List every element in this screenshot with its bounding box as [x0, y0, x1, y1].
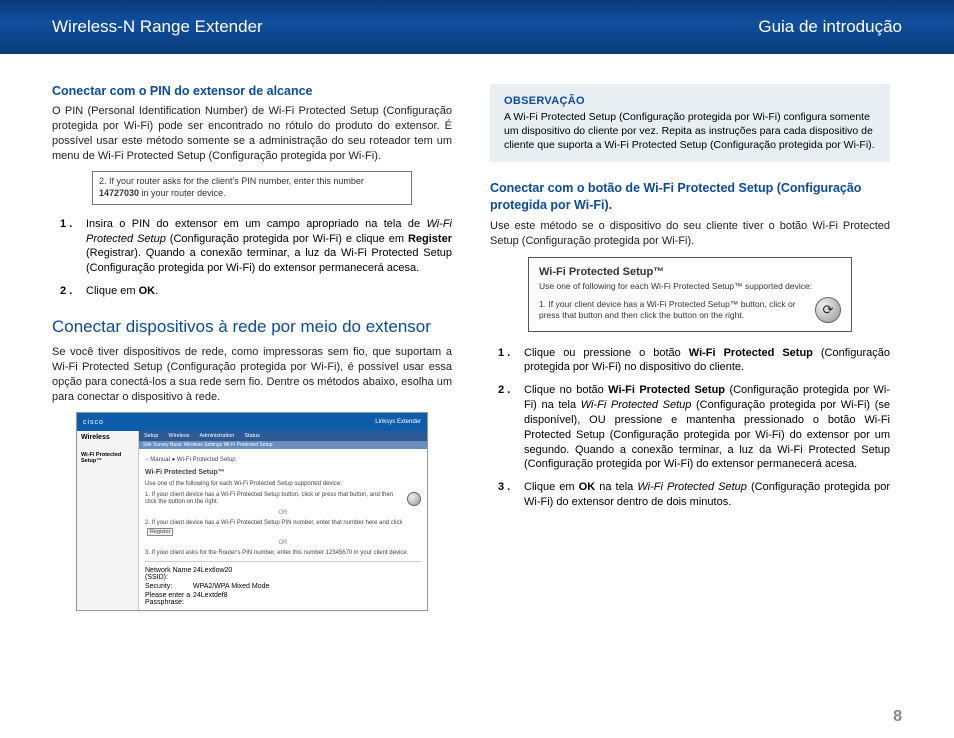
wps-icon: [407, 492, 421, 506]
header-left: Wireless-N Range Extender: [52, 17, 263, 37]
cs-opt2: 2. If your client device has a Wi-Fi Pro…: [145, 520, 402, 526]
cs-wps-title: Wi-Fi Protected Setup™: [145, 469, 421, 477]
heading-wps-button: Conectar com o botão de Wi-Fi Protected …: [490, 180, 890, 213]
step-text: Clique em: [524, 481, 579, 493]
cs-main: ○ Manual ● Wi-Fi Protected Setup Wi-Fi P…: [139, 449, 427, 610]
step-text-ital: Wi-Fi Protected Setup: [637, 481, 747, 493]
step-number: 3 .: [498, 480, 510, 495]
page-number: 8: [893, 708, 902, 726]
wps-panel-sub: Use one of following for each Wi-Fi Prot…: [539, 281, 841, 291]
step-text-bold: OK: [139, 285, 156, 297]
note-box: OBSERVAÇÃO A Wi-Fi Protected Setup (Conf…: [490, 84, 890, 162]
step-text: .: [155, 285, 158, 297]
wps-panel-text: 1. If your client device has a Wi-Fi Pro…: [539, 299, 807, 321]
cs-row-lab: Please enter a Passphrase:: [145, 592, 193, 606]
config-screenshot: cisco Linksys Extender Wireless Setup Wi…: [76, 412, 428, 611]
step-text-bold: OK: [579, 481, 596, 493]
heading-pin: Conectar com o PIN do extensor de alcanc…: [52, 84, 452, 98]
header-band: Wireless-N Range Extender Guia de introd…: [0, 0, 954, 54]
cs-sep: OR: [145, 510, 421, 516]
pinbox-pin: 14727030: [99, 188, 139, 198]
cs-title-right: Linksys Extender: [375, 419, 421, 425]
cs-topbar: cisco Linksys Extender: [77, 413, 427, 431]
heading-connect-devices: Conectar dispositivos à rede por meio do…: [52, 317, 452, 337]
note-body: A Wi-Fi Protected Setup (Configuração pr…: [504, 110, 876, 153]
note-title: OBSERVAÇÃO: [504, 94, 876, 109]
wps-panel-title: Wi-Fi Protected Setup™: [539, 266, 841, 278]
step-text-bold: Wi-Fi Protected Setup: [689, 347, 813, 359]
pin-step-2: 2 . Clique em OK.: [68, 284, 452, 299]
wps-step-3: 3 . Clique em OK na tela Wi-Fi Protected…: [506, 480, 890, 510]
left-column: Conectar com o PIN do extensor de alcanc…: [52, 84, 452, 611]
step-text: (Configuração protegida por Wi-Fi) e cli…: [166, 233, 408, 245]
step-text: Insira o PIN do extensor em um campo apr…: [86, 218, 426, 230]
cs-register-btn: Register: [147, 528, 173, 537]
cs-tab: Wireless: [163, 431, 194, 441]
pinbox-prefix: 2. If your router asks for the client's …: [99, 176, 364, 186]
cs-row-lab: Security:: [145, 583, 193, 590]
step-text: Clique no botão: [524, 384, 608, 396]
cs-opt1: 1. If your client device has a Wi-Fi Pro…: [145, 492, 399, 506]
wps-steps: 1 . Clique ou pressione o botão Wi-Fi Pr…: [490, 346, 890, 510]
step-text: na tela: [595, 481, 637, 493]
cs-tab: Administration: [194, 431, 239, 441]
step-text-bold: Register: [408, 233, 452, 245]
wps-step-2: 2 . Clique no botão Wi-Fi Protected Setu…: [506, 383, 890, 472]
right-column: OBSERVAÇÃO A Wi-Fi Protected Setup (Conf…: [490, 84, 890, 611]
para-wps-button: Use este método se o dispositivo do seu …: [490, 219, 890, 249]
para-pin: O PIN (Personal Identification Number) d…: [52, 104, 452, 163]
cs-row-lab: Network Name (SSID):: [145, 567, 193, 581]
cs-opt3: 3. If your client asks for the Router's …: [145, 550, 421, 557]
pin-step-1: 1 . Insira o PIN do extensor em um campo…: [68, 217, 452, 276]
cs-row-val: 24Lextdef8: [193, 592, 228, 606]
cs-subtabs: Site Survey Basic Wireless Settings Wi-F…: [139, 441, 427, 449]
step-number: 2 .: [60, 284, 72, 299]
step-number: 1 .: [498, 346, 510, 361]
step-text: (Registrar). Quando a conexão terminar, …: [86, 247, 452, 274]
cs-wps-sub: Use one of the following for each Wi-Fi …: [145, 481, 421, 488]
wps-step-1: 1 . Clique ou pressione o botão Wi-Fi Pr…: [506, 346, 890, 376]
pinbox-suffix: in your router device.: [139, 188, 226, 198]
step-number: 1 .: [60, 217, 72, 232]
cs-brand: cisco: [83, 419, 104, 426]
cs-sep: OR: [145, 540, 421, 546]
cs-tab: Status: [239, 431, 265, 441]
step-text: Clique ou pressione o botão: [524, 347, 689, 359]
header-right: Guia de introdução: [758, 17, 902, 37]
cs-row-val: WPA2/WPA Mixed Mode: [193, 583, 269, 590]
cs-side-tab: Wi-Fi Protected Setup™: [77, 449, 139, 610]
step-text-bold: Wi-Fi Protected Setup: [608, 384, 725, 396]
cs-tab: Setup: [139, 431, 163, 441]
pin-steps: 1 . Insira o PIN do extensor em um campo…: [52, 217, 452, 299]
cs-mode: ○ Manual ● Wi-Fi Protected Setup: [145, 457, 421, 464]
pin-instruction-box: 2. If your router asks for the client's …: [92, 171, 412, 204]
wps-panel: Wi-Fi Protected Setup™ Use one of follow…: [528, 257, 852, 332]
step-text: Clique em: [86, 285, 139, 297]
para-connect-devices: Se você tiver dispositivos de rede, como…: [52, 345, 452, 404]
page-body: Conectar com o PIN do extensor de alcanc…: [0, 54, 954, 611]
step-number: 2 .: [498, 383, 510, 398]
step-text-ital: Wi-Fi Protected Setup: [581, 399, 692, 411]
cs-row-val: 24Lextlow20: [193, 567, 232, 581]
wps-icon: ⟳: [815, 297, 841, 323]
cs-side-label: Wireless: [77, 431, 139, 449]
cs-tabs: Setup Wireless Administration Status: [139, 431, 427, 441]
